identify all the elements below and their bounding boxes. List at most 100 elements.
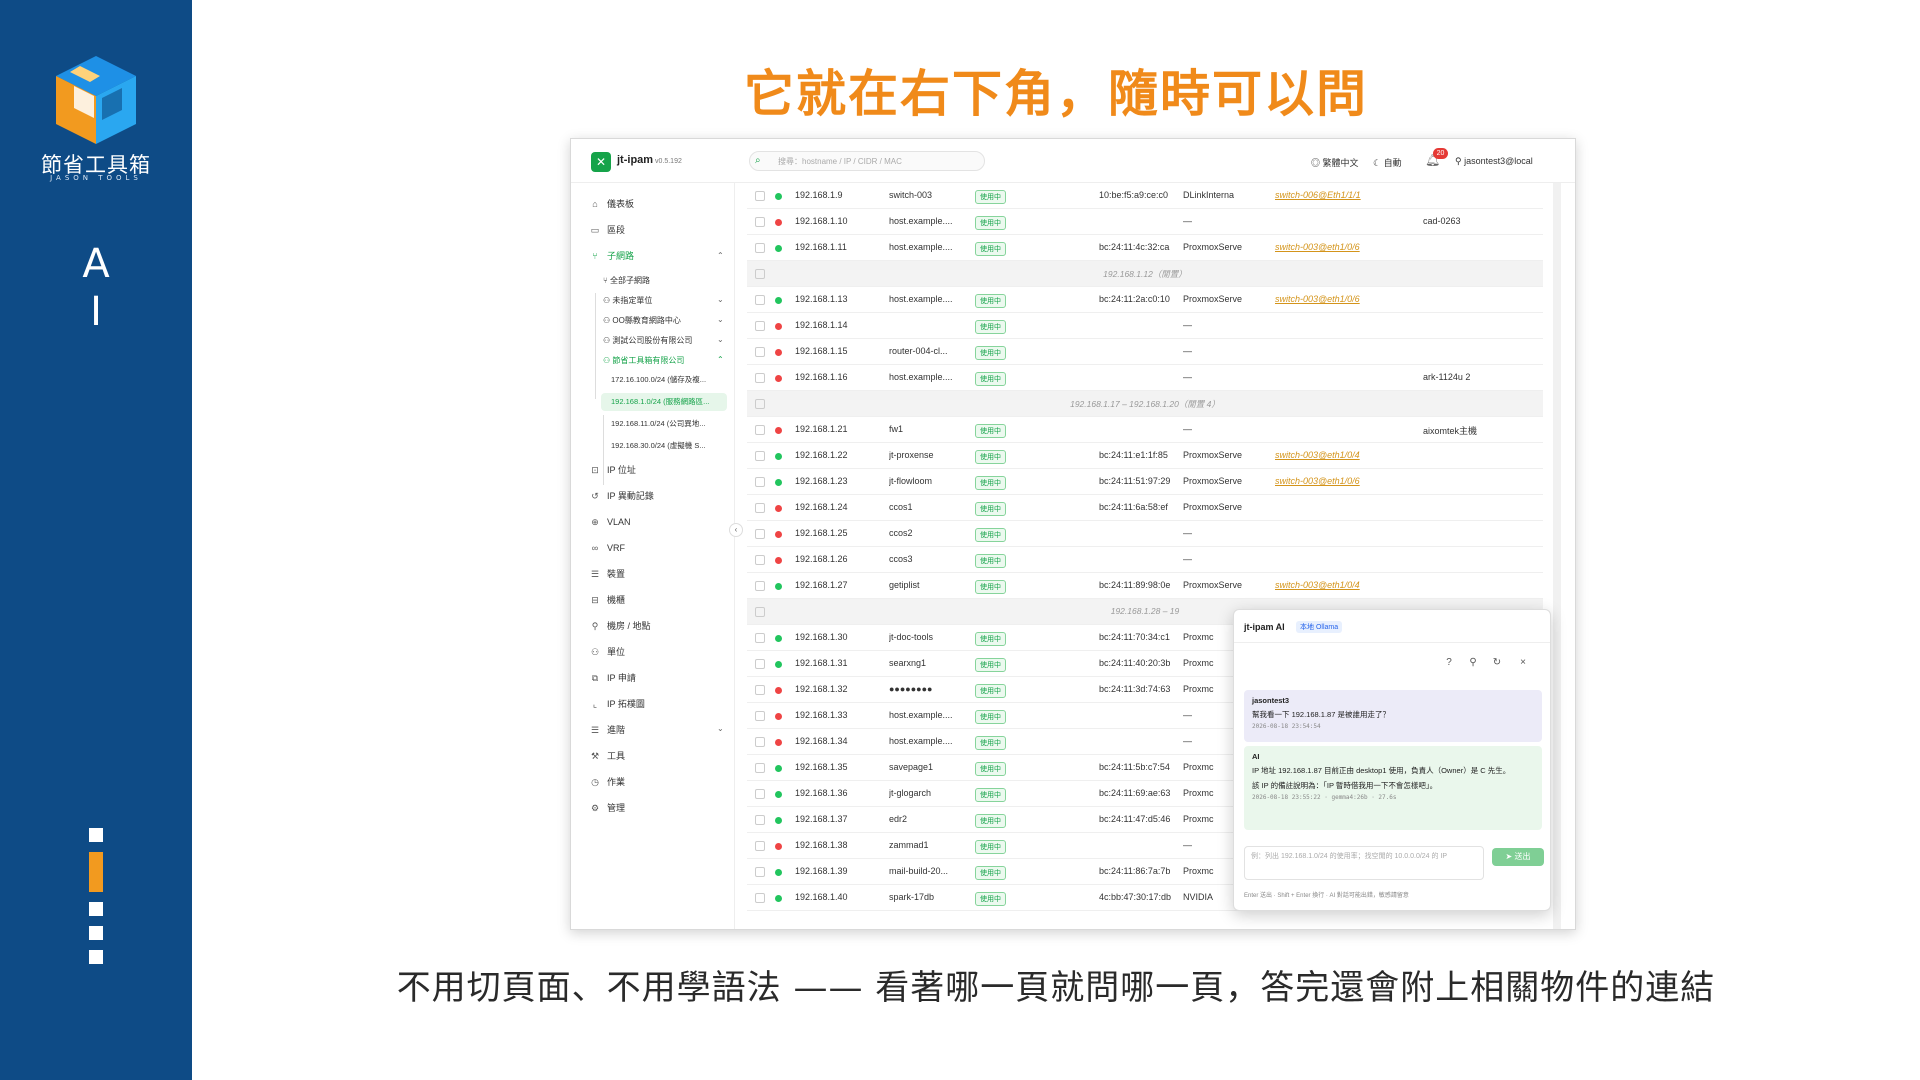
sidebar-item-locations[interactable]: ⚲ 機房 / 地點: [589, 617, 651, 635]
theme-toggle[interactable]: ☾ 自動: [1373, 156, 1402, 169]
table-row[interactable]: 192.168.1.9 switch-003 10:be:f5:a9:ce:c0 DL…: [747, 183, 1543, 209]
ip-address-cell[interactable]: 192.168.1.31: [795, 658, 848, 668]
row-checkbox[interactable]: [755, 451, 765, 461]
row-checkbox[interactable]: [755, 425, 765, 435]
sidebar-item-advanced[interactable]: ☰ 進階: [589, 721, 625, 739]
switch-port-link[interactable]: switch-003@eth1/0/6: [1275, 476, 1360, 486]
row-checkbox[interactable]: [755, 763, 765, 773]
send-button[interactable]: ➤ 送出: [1492, 848, 1544, 866]
sidebar-item-ip-requests[interactable]: ⧉ IP 申請: [589, 669, 636, 687]
sidebar-item-devices[interactable]: ☰ 裝置: [589, 565, 625, 583]
row-checkbox[interactable]: [755, 555, 765, 565]
collapse-sidebar-button[interactable]: ‹: [729, 523, 743, 537]
subnet-child-unassigned[interactable]: ⚇ 未指定單位: [603, 293, 652, 309]
row-checkbox[interactable]: [755, 503, 765, 513]
row-checkbox[interactable]: [755, 659, 765, 669]
gap-row[interactable]: 192.168.1.12（閒置）: [747, 261, 1543, 287]
ip-address-cell[interactable]: 192.168.1.35: [795, 762, 848, 772]
ip-address-cell[interactable]: 192.168.1.37: [795, 814, 848, 824]
app-name[interactable]: jt-ipam: [617, 154, 653, 166]
switch-port-link[interactable]: switch-003@eth1/0/4: [1275, 450, 1360, 460]
table-row[interactable]: 192.168.1.25 ccos2 — 使用中: [747, 521, 1543, 547]
sidebar-item-topology[interactable]: ⌞ IP 拓樸圖: [589, 695, 645, 713]
sidebar-item-units[interactable]: ⚇ 單位: [589, 643, 625, 661]
row-checkbox[interactable]: [755, 841, 765, 851]
row-checkbox[interactable]: [755, 711, 765, 721]
ip-address-cell[interactable]: 192.168.1.21: [795, 424, 848, 434]
company-subnet-item[interactable]: 192.168.30.0/24 (虛擬機 S...: [601, 437, 727, 455]
pin-icon[interactable]: ⚲: [1466, 656, 1480, 670]
company-subnet-item[interactable]: 172.16.100.0/24 (儲存及複...: [601, 371, 727, 389]
ip-address-cell[interactable]: 192.168.1.23: [795, 476, 848, 486]
row-checkbox[interactable]: [755, 685, 765, 695]
ip-address-cell[interactable]: 192.168.1.32: [795, 684, 848, 694]
sidebar-item-tools[interactable]: ⚒ 工具: [589, 747, 625, 765]
sidebar-item-admin[interactable]: ⚙ 管理: [589, 799, 625, 817]
help-icon[interactable]: ?: [1442, 656, 1456, 670]
switch-port-link[interactable]: switch-003@eth1/0/6: [1275, 294, 1360, 304]
table-row[interactable]: 192.168.1.15 router-004-cl... — 使用中: [747, 339, 1543, 365]
ip-address-cell[interactable]: 192.168.1.34: [795, 736, 848, 746]
table-row[interactable]: 192.168.1.23 jt-flowloom bc:24:11:51:97:29…: [747, 469, 1543, 495]
subnet-child-test-company[interactable]: ⚇ 測試公司股份有限公司: [603, 333, 692, 349]
ip-address-cell[interactable]: 192.168.1.25: [795, 528, 848, 538]
row-checkbox[interactable]: [755, 243, 765, 253]
chevron-up-icon[interactable]: ⌃: [717, 251, 724, 260]
table-row[interactable]: 192.168.1.26 ccos3 — 使用中: [747, 547, 1543, 573]
table-row[interactable]: 192.168.1.21 fw1 — aixomtek主機 使用中: [747, 417, 1543, 443]
ip-address-cell[interactable]: 192.168.1.38: [795, 840, 848, 850]
ip-address-cell[interactable]: 192.168.1.13: [795, 294, 848, 304]
row-checkbox[interactable]: [755, 217, 765, 227]
chevron-down-icon[interactable]: ⌄: [717, 724, 724, 733]
company-subnet-item[interactable]: 192.168.11.0/24 (公司異地...: [601, 415, 727, 433]
sidebar-item-ip-addresses[interactable]: ⊡ IP 位址: [589, 461, 636, 479]
ip-address-cell[interactable]: 192.168.1.11: [795, 242, 847, 252]
row-checkbox[interactable]: [755, 633, 765, 643]
row-checkbox[interactable]: [755, 815, 765, 825]
row-checkbox[interactable]: [755, 477, 765, 487]
app-logo-icon[interactable]: ✕: [591, 152, 611, 172]
user-menu[interactable]: ⚲ jasontest3@local: [1455, 156, 1533, 167]
ip-address-cell[interactable]: 192.168.1.27: [795, 580, 848, 590]
sidebar-item-jobs[interactable]: ◷ 作業: [589, 773, 625, 791]
sidebar-item-subnets[interactable]: ⑂ 子網路: [589, 247, 634, 265]
refresh-icon[interactable]: ↻: [1490, 656, 1504, 670]
row-checkbox[interactable]: [755, 295, 765, 305]
subnet-child-jason-tools[interactable]: ⚇ 節省工具箱有限公司: [603, 353, 684, 369]
ip-address-cell[interactable]: 192.168.1.15: [795, 346, 848, 356]
ip-address-cell[interactable]: 192.168.1.39: [795, 866, 848, 876]
gap-row[interactable]: 192.168.1.17 – 192.168.1.20（閒置 4）: [747, 391, 1543, 417]
language-selector[interactable]: ◎ 繁體中文: [1311, 156, 1359, 169]
row-checkbox[interactable]: [755, 867, 765, 877]
ip-address-cell[interactable]: 192.168.1.16: [795, 372, 848, 382]
table-row[interactable]: 192.168.1.24 ccos1 bc:24:11:6a:58:ef Proxmo…: [747, 495, 1543, 521]
row-checkbox[interactable]: [755, 321, 765, 331]
sidebar-item-ip-history[interactable]: ↺ IP 異動記錄: [589, 487, 654, 505]
ip-address-cell[interactable]: 192.168.1.22: [795, 450, 848, 460]
chat-input[interactable]: 例：列出 192.168.1.0/24 的使用率；找空閒的 10.0.0.0/2…: [1244, 846, 1484, 880]
row-checkbox[interactable]: [755, 373, 765, 383]
subnet-child-all[interactable]: ⑂ 全部子網路: [603, 273, 650, 289]
switch-port-link[interactable]: switch-006@Eth1/1/1: [1275, 190, 1361, 200]
table-row[interactable]: 192.168.1.22 jt-proxense bc:24:11:e1:1f:85…: [747, 443, 1543, 469]
ip-address-cell[interactable]: 192.168.1.14: [795, 320, 848, 330]
chevron-down-icon[interactable]: ⌄: [717, 335, 724, 344]
row-checkbox[interactable]: [755, 789, 765, 799]
row-checkbox[interactable]: [755, 347, 765, 357]
switch-port-link[interactable]: switch-003@eth1/0/4: [1275, 580, 1360, 590]
chevron-down-icon[interactable]: ⌄: [717, 295, 724, 304]
ip-address-cell[interactable]: 192.168.1.26: [795, 554, 848, 564]
sidebar-item-sections[interactable]: ▭ 區段: [589, 221, 625, 239]
sidebar-item-vrf[interactable]: ∞ VRF: [589, 539, 625, 557]
sidebar-item-dashboard[interactable]: ⌂ 儀表板: [589, 195, 634, 213]
table-row[interactable]: 192.168.1.11 host.example.... bc:24:11:4c:…: [747, 235, 1543, 261]
subnet-child-education[interactable]: ⚇ OO縣教育網路中心: [603, 313, 681, 329]
row-checkbox[interactable]: [755, 529, 765, 539]
ip-address-cell[interactable]: 192.168.1.30: [795, 632, 848, 642]
row-checkbox[interactable]: [755, 191, 765, 201]
table-row[interactable]: 192.168.1.14 — 使用中: [747, 313, 1543, 339]
switch-port-link[interactable]: switch-003@eth1/0/6: [1275, 242, 1360, 252]
scrollbar[interactable]: [1553, 183, 1561, 929]
ip-address-cell[interactable]: 192.168.1.33: [795, 710, 848, 720]
table-row[interactable]: 192.168.1.16 host.example.... — ark-1124u 2…: [747, 365, 1543, 391]
